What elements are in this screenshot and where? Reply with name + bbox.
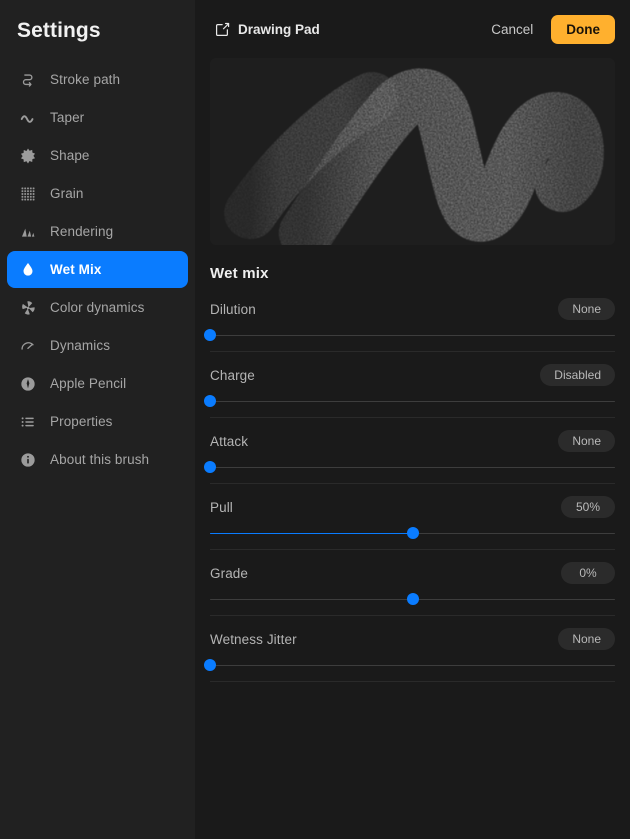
settings-rows: Dilution None Charge Disabled Attack None Pull…	[204, 296, 615, 692]
sidebar-item-color-dynamics[interactable]: Color dynamics	[7, 289, 188, 326]
slider-track	[210, 466, 615, 469]
info-circle-icon	[18, 450, 38, 470]
slider-track	[210, 400, 615, 403]
sidebar-item-label: About this brush	[50, 452, 150, 467]
grain-dots-icon	[18, 184, 38, 204]
taper-wave-icon	[18, 108, 38, 128]
setting-row-header: Charge Disabled	[210, 362, 615, 388]
page-title: Settings	[17, 19, 101, 42]
brush-studio-window: Settings Stroke path Taper Shape Grain Rende…	[0, 0, 630, 839]
setting-value-pill[interactable]: None	[558, 430, 615, 452]
setting-row-header: Pull 50%	[210, 494, 615, 520]
setting-slider[interactable]	[210, 593, 615, 606]
setting-slider[interactable]	[204, 461, 615, 474]
row-divider	[210, 615, 615, 616]
sidebar-item-properties[interactable]: Properties	[7, 403, 188, 440]
list-lines-icon	[18, 412, 38, 432]
row-divider	[210, 417, 615, 418]
setting-slider[interactable]	[204, 395, 615, 408]
setting-row-dilution: Dilution None	[204, 296, 615, 362]
slider-track	[210, 334, 615, 337]
setting-slider[interactable]	[204, 329, 615, 342]
sidebar-item-rendering[interactable]: Rendering	[7, 213, 188, 250]
setting-value-pill[interactable]: None	[558, 628, 615, 650]
sidebar-item-label: Rendering	[50, 224, 114, 239]
brush-stroke-graphic	[224, 68, 604, 245]
slider-thumb[interactable]	[406, 593, 419, 605]
drawing-pad-button[interactable]: Drawing Pad	[215, 22, 320, 37]
brush-preview-canvas[interactable]	[210, 58, 615, 245]
setting-slider[interactable]	[210, 527, 615, 540]
row-divider	[210, 351, 615, 352]
sidebar-item-label: Stroke path	[50, 72, 121, 87]
sidebar-item-label: Dynamics	[50, 338, 111, 353]
slider-fill	[210, 532, 413, 535]
slider-thumb[interactable]	[204, 395, 216, 407]
setting-slider[interactable]	[204, 659, 615, 672]
setting-label: Charge	[210, 367, 255, 383]
sidebar-item-label: Grain	[50, 186, 84, 201]
section-title: Wet mix	[210, 265, 269, 282]
sidebar-item-about-this-brush[interactable]: About this brush	[7, 441, 188, 478]
setting-row-header: Wetness Jitter None	[210, 626, 615, 652]
drawing-pad-label: Drawing Pad	[238, 21, 320, 37]
setting-label: Wetness Jitter	[210, 631, 297, 647]
sidebar-item-label: Color dynamics	[50, 300, 145, 315]
slider-thumb[interactable]	[406, 527, 419, 539]
setting-row-header: Attack None	[210, 428, 615, 454]
setting-label: Dilution	[210, 301, 256, 317]
sidebar-item-taper[interactable]: Taper	[7, 99, 188, 136]
setting-row-header: Grade 0%	[210, 560, 615, 586]
done-button[interactable]: Done	[551, 14, 615, 44]
main-panel: Drawing Pad Cancel Done Wet mix Dilution…	[195, 0, 630, 839]
row-divider	[210, 483, 615, 484]
slider-thumb[interactable]	[204, 461, 216, 473]
sidebar-item-label: Taper	[50, 110, 85, 125]
sidebar-item-shape[interactable]: Shape	[7, 137, 188, 174]
setting-label: Attack	[210, 433, 249, 449]
slider-track	[210, 664, 615, 667]
preview-container	[195, 58, 630, 245]
dynamics-gauge-icon	[18, 336, 38, 356]
setting-label: Grade	[210, 565, 249, 581]
row-divider	[210, 681, 615, 682]
sidebar-item-stroke-path[interactable]: Stroke path	[7, 61, 188, 98]
setting-value-pill[interactable]: None	[558, 298, 615, 320]
setting-value-pill[interactable]: 0%	[561, 562, 615, 584]
setting-row-grade: Grade 0%	[210, 560, 615, 626]
setting-row-charge: Charge Disabled	[204, 362, 615, 428]
sidebar-item-dynamics[interactable]: Dynamics	[7, 327, 188, 364]
setting-row-wetness-jitter: Wetness Jitter None	[204, 626, 615, 692]
color-dynamics-icon	[18, 298, 38, 318]
setting-row-pull: Pull 50%	[210, 494, 615, 560]
compose-pencil-icon	[215, 22, 230, 37]
sidebar-item-label: Apple Pencil	[50, 376, 127, 391]
settings-sidebar: Settings Stroke path Taper Shape Grain Rende…	[0, 0, 195, 839]
sidebar-item-apple-pencil[interactable]: Apple Pencil	[7, 365, 188, 402]
shape-starburst-icon	[18, 146, 38, 166]
stroke-path-icon	[18, 70, 38, 90]
row-divider	[210, 549, 615, 550]
slider-thumb[interactable]	[204, 659, 216, 671]
setting-row-header: Dilution None	[210, 296, 615, 322]
setting-value-pill[interactable]: Disabled	[540, 364, 615, 386]
settings-nav-list: Stroke path Taper Shape Grain Rendering Wet M…	[0, 61, 195, 478]
water-drop-icon	[18, 260, 38, 280]
main-header: Drawing Pad Cancel Done	[195, 0, 630, 58]
sidebar-item-label: Wet Mix	[50, 262, 102, 277]
rendering-bars-icon	[18, 222, 38, 242]
slider-thumb[interactable]	[204, 329, 216, 341]
sidebar-item-grain[interactable]: Grain	[7, 175, 188, 212]
sidebar-item-label: Properties	[50, 414, 113, 429]
setting-row-attack: Attack None	[204, 428, 615, 494]
sidebar-item-label: Shape	[50, 148, 90, 163]
cancel-button[interactable]: Cancel	[481, 16, 543, 43]
setting-label: Pull	[210, 499, 233, 515]
apple-pencil-icon	[18, 374, 38, 394]
setting-value-pill[interactable]: 50%	[561, 496, 615, 518]
sidebar-item-wet-mix[interactable]: Wet Mix	[7, 251, 188, 288]
wet-mix-section: Wet mix Dilution None Charge Disabled Attack…	[195, 245, 630, 692]
